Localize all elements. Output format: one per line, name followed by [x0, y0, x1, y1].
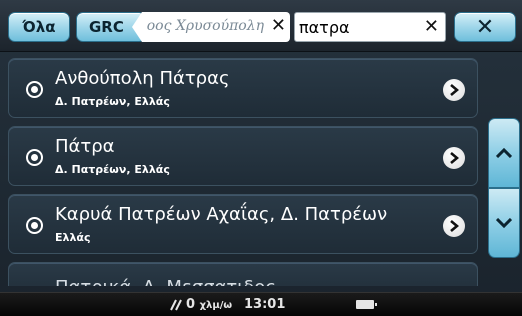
chevron-down-icon — [496, 218, 512, 228]
result-title: Ανθούπολη Πάτρας — [55, 68, 230, 89]
speed-readout: 0 χλμ/ω — [186, 297, 232, 312]
close-button[interactable]: ✕ — [454, 12, 516, 42]
result-row[interactable]: Ανθούπολη Πάτρας Δ. Πατρέων, Ελλάς — [8, 58, 478, 118]
clock: 13:01 — [244, 297, 286, 312]
speed-unit: χλμ/ω — [199, 300, 233, 311]
scroll-up-button[interactable] — [488, 118, 520, 188]
speed-value: 0 — [186, 297, 196, 312]
result-subtitle: Ελλάς — [55, 231, 91, 244]
scroll-controls — [488, 58, 522, 286]
status-bar: 0 χλμ/ω 13:01 — [0, 292, 522, 316]
search-toolbar: Όλα GRC οος Χρυσούπολη ✕ ✕ ✕ — [0, 0, 522, 52]
radio-icon — [26, 149, 43, 166]
chevron-up-icon — [496, 148, 512, 158]
radio-icon — [26, 81, 43, 98]
clear-street-icon[interactable]: ✕ — [271, 15, 286, 36]
result-row[interactable]: Πάτρα Δ. Πατρέων, Ελλάς — [8, 126, 478, 186]
battery-icon — [356, 300, 377, 309]
clear-search-icon[interactable]: ✕ — [424, 16, 439, 37]
speed-icon — [170, 299, 182, 311]
scroll-down-button[interactable] — [488, 188, 520, 258]
result-title: Πάτρα — [55, 136, 115, 157]
result-title: Καρυά Πατρέων Αχαΐας, Δ. Πατρέων — [55, 204, 388, 225]
radio-icon — [26, 217, 43, 234]
result-row[interactable]: Πατρικά, Δ. Μεσσατιδος... — [8, 262, 478, 286]
street-filter-chip[interactable]: οος Χρυσούπολη ✕ — [132, 12, 290, 42]
destination-search-screen: Όλα GRC οος Χρυσούπολη ✕ ✕ ✕ Ανθούπολη Π… — [0, 0, 522, 316]
all-filter-button[interactable]: Όλα — [8, 12, 70, 42]
result-title: Πατρικά, Δ. Μεσσατιδος... — [55, 277, 293, 286]
result-subtitle: Δ. Πατρέων, Ελλάς — [55, 163, 170, 176]
results-list: Ανθούπολη Πάτρας Δ. Πατρέων, Ελλάς Πάτρα… — [8, 58, 486, 286]
chevron-right-icon[interactable] — [443, 215, 465, 237]
city-search-field[interactable]: ✕ — [294, 12, 446, 42]
city-search-input[interactable] — [299, 16, 419, 38]
close-icon: ✕ — [475, 14, 495, 40]
result-subtitle: Δ. Πατρέων, Ελλάς — [55, 95, 170, 108]
chevron-right-icon[interactable] — [443, 147, 465, 169]
result-row[interactable]: Καρυά Πατρέων Αχαΐας, Δ. Πατρέων Ελλάς — [8, 194, 478, 254]
street-filter-label: οος Χρυσούπολη — [146, 18, 264, 34]
chevron-right-icon[interactable] — [443, 79, 465, 101]
